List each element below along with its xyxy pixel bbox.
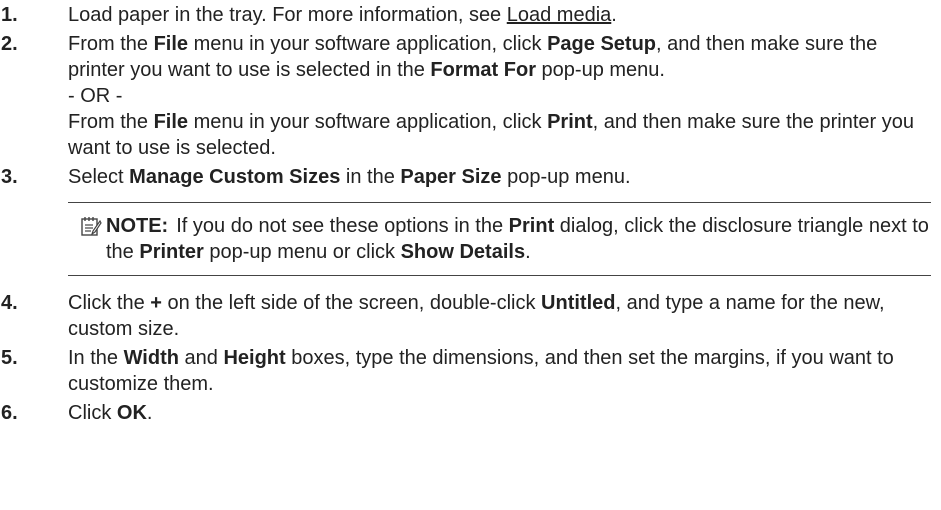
text-run: In the — [68, 347, 124, 369]
text-run: . — [146, 402, 153, 424]
step-number: 1. — [1, 4, 18, 26]
note-box: NOTE: If you do not see these options in … — [68, 202, 931, 276]
note-label: NOTE: — [106, 215, 169, 237]
step-5: 5. In the Width and Height boxes, type t… — [0, 345, 941, 397]
step-number: 5. — [1, 347, 18, 369]
menu-term: Format For — [430, 59, 536, 81]
step-4: 4. Click the + on the left side of the s… — [0, 290, 941, 342]
menu-term: Print — [508, 215, 555, 237]
menu-term: File — [153, 33, 189, 55]
text-run: menu in your software application, click — [188, 33, 548, 55]
text-run: and — [178, 347, 224, 369]
text-run: Click the — [68, 292, 151, 314]
text-run: pop-up menu or click — [203, 241, 401, 263]
step-1: 1. Load paper in the tray. For more info… — [0, 2, 941, 28]
step-2: 2. From the File menu in your software a… — [0, 31, 941, 161]
step-text: Select Manage Custom Sizes in the Paper … — [68, 166, 631, 188]
step-number: 4. — [1, 292, 18, 314]
instruction-document: 1. Load paper in the tray. For more info… — [0, 0, 941, 426]
step-text: In the Width and Height boxes, type the … — [68, 347, 894, 395]
step-6: 6. Click OK. — [0, 400, 941, 426]
step-text: Click OK. — [68, 402, 152, 424]
text-run: Select — [68, 166, 130, 188]
step-number: 6. — [1, 402, 18, 424]
step-text: Click the + on the left side of the scre… — [68, 292, 885, 340]
text-run: pop-up menu. — [501, 166, 631, 188]
text-run: pop-up menu. — [535, 59, 665, 81]
text-run: From the — [68, 33, 154, 55]
text-run: menu in your software application, click — [188, 111, 548, 133]
step-number: 3. — [1, 166, 18, 188]
text-run: . — [525, 241, 531, 263]
menu-term: Show Details — [400, 241, 526, 263]
step-3: 3. Select Manage Custom Sizes in the Pap… — [0, 164, 941, 190]
menu-term: Untitled — [541, 292, 616, 314]
menu-term: Paper Size — [400, 166, 502, 188]
note-pad-icon — [81, 217, 102, 236]
menu-term: File — [153, 111, 189, 133]
load-media-link[interactable]: Load media — [507, 4, 612, 26]
menu-term: Print — [547, 111, 593, 133]
text-run: Click — [68, 402, 117, 424]
step-text: From the File menu in your software appl… — [68, 31, 931, 83]
text-run: From the — [68, 111, 154, 133]
text-run: on the left side of the screen, double-c… — [161, 292, 542, 314]
menu-term: OK — [116, 402, 147, 424]
or-separator: - OR - — [68, 85, 123, 107]
menu-term: Width — [123, 347, 179, 369]
text-run: If you do not see these options in the — [176, 215, 509, 237]
menu-term: Page Setup — [547, 33, 657, 55]
text-run: . — [611, 4, 617, 26]
step-number: 2. — [1, 33, 18, 55]
menu-term: Height — [223, 347, 286, 369]
step-text-alternative: From the File menu in your software appl… — [68, 109, 931, 161]
menu-term: Manage Custom Sizes — [129, 166, 341, 188]
menu-term: Printer — [139, 241, 204, 263]
step-text: Load paper in the tray. For more informa… — [68, 4, 617, 26]
text-run: Load paper in the tray. For more informa… — [68, 4, 507, 26]
text-run: in the — [340, 166, 401, 188]
note-text: If you do not see these options in the P… — [106, 215, 929, 263]
menu-term: + — [150, 292, 162, 314]
